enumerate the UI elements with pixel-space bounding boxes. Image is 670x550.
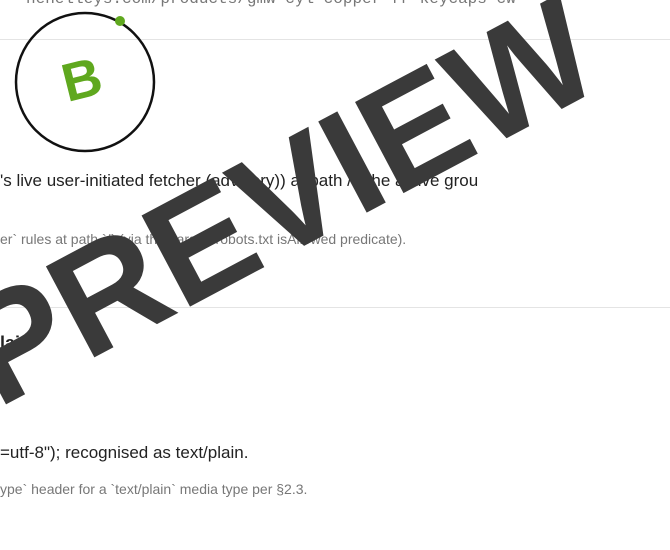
- brand-logo: B: [14, 11, 156, 153]
- logo-letter: B: [56, 46, 108, 114]
- robots-summary: 's live user-initiated fetcher (advisory…: [0, 171, 479, 190]
- section-divider: [0, 307, 670, 308]
- logo-dot-icon: [115, 16, 125, 26]
- robots-detail: er` rules at path `/` (via the parsed ro…: [0, 231, 407, 247]
- content-type-summary: =utf-8"); recognised as text/plain.: [0, 443, 249, 462]
- content-type-heading: lain: [0, 333, 32, 353]
- content-type-detail: ype` header for a `text/plain` media typ…: [0, 481, 308, 497]
